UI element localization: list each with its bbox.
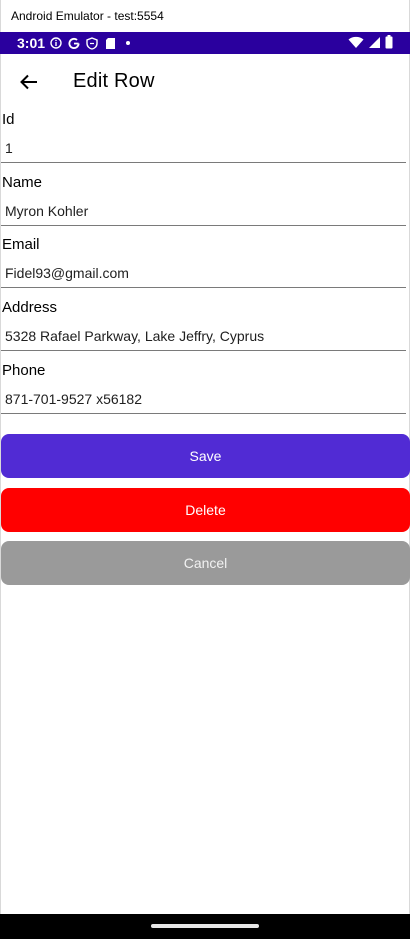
status-time: 3:01 bbox=[17, 35, 46, 51]
battery-icon bbox=[385, 35, 393, 52]
toolbar: Edit Row bbox=[1, 54, 409, 110]
address-input[interactable] bbox=[1, 321, 406, 351]
status-bar: 3:01 bbox=[0, 32, 410, 54]
arrow-left-icon bbox=[20, 74, 37, 90]
field-label-email: Email bbox=[2, 236, 40, 253]
status-icons-left bbox=[50, 36, 134, 50]
field-label-id: Id bbox=[2, 111, 15, 128]
shield-icon bbox=[86, 36, 98, 50]
phone-input[interactable] bbox=[1, 384, 406, 414]
google-icon bbox=[68, 36, 80, 50]
signal-icon bbox=[368, 36, 381, 52]
name-input[interactable] bbox=[1, 196, 406, 226]
app-content: Edit Row Id Name Email Address Phone Sav… bbox=[0, 54, 410, 914]
back-button[interactable] bbox=[15, 68, 43, 96]
save-button[interactable]: Save bbox=[1, 434, 410, 478]
info-icon bbox=[50, 36, 62, 50]
status-icons-right bbox=[348, 35, 393, 52]
emulator-window-title: Android Emulator - test:5554 bbox=[0, 0, 410, 32]
wifi-icon bbox=[348, 36, 364, 52]
sd-card-icon bbox=[104, 36, 116, 50]
page-title: Edit Row bbox=[73, 70, 155, 92]
delete-button[interactable]: Delete bbox=[1, 488, 410, 532]
id-input[interactable] bbox=[1, 133, 406, 163]
field-label-address: Address bbox=[2, 299, 58, 316]
home-gesture-handle[interactable] bbox=[151, 924, 259, 928]
field-label-phone: Phone bbox=[2, 362, 46, 379]
email-input[interactable] bbox=[1, 258, 406, 288]
cancel-button[interactable]: Cancel bbox=[1, 541, 410, 585]
field-label-name: Name bbox=[2, 174, 43, 191]
navigation-bar bbox=[0, 914, 410, 939]
dot-icon bbox=[122, 36, 134, 50]
